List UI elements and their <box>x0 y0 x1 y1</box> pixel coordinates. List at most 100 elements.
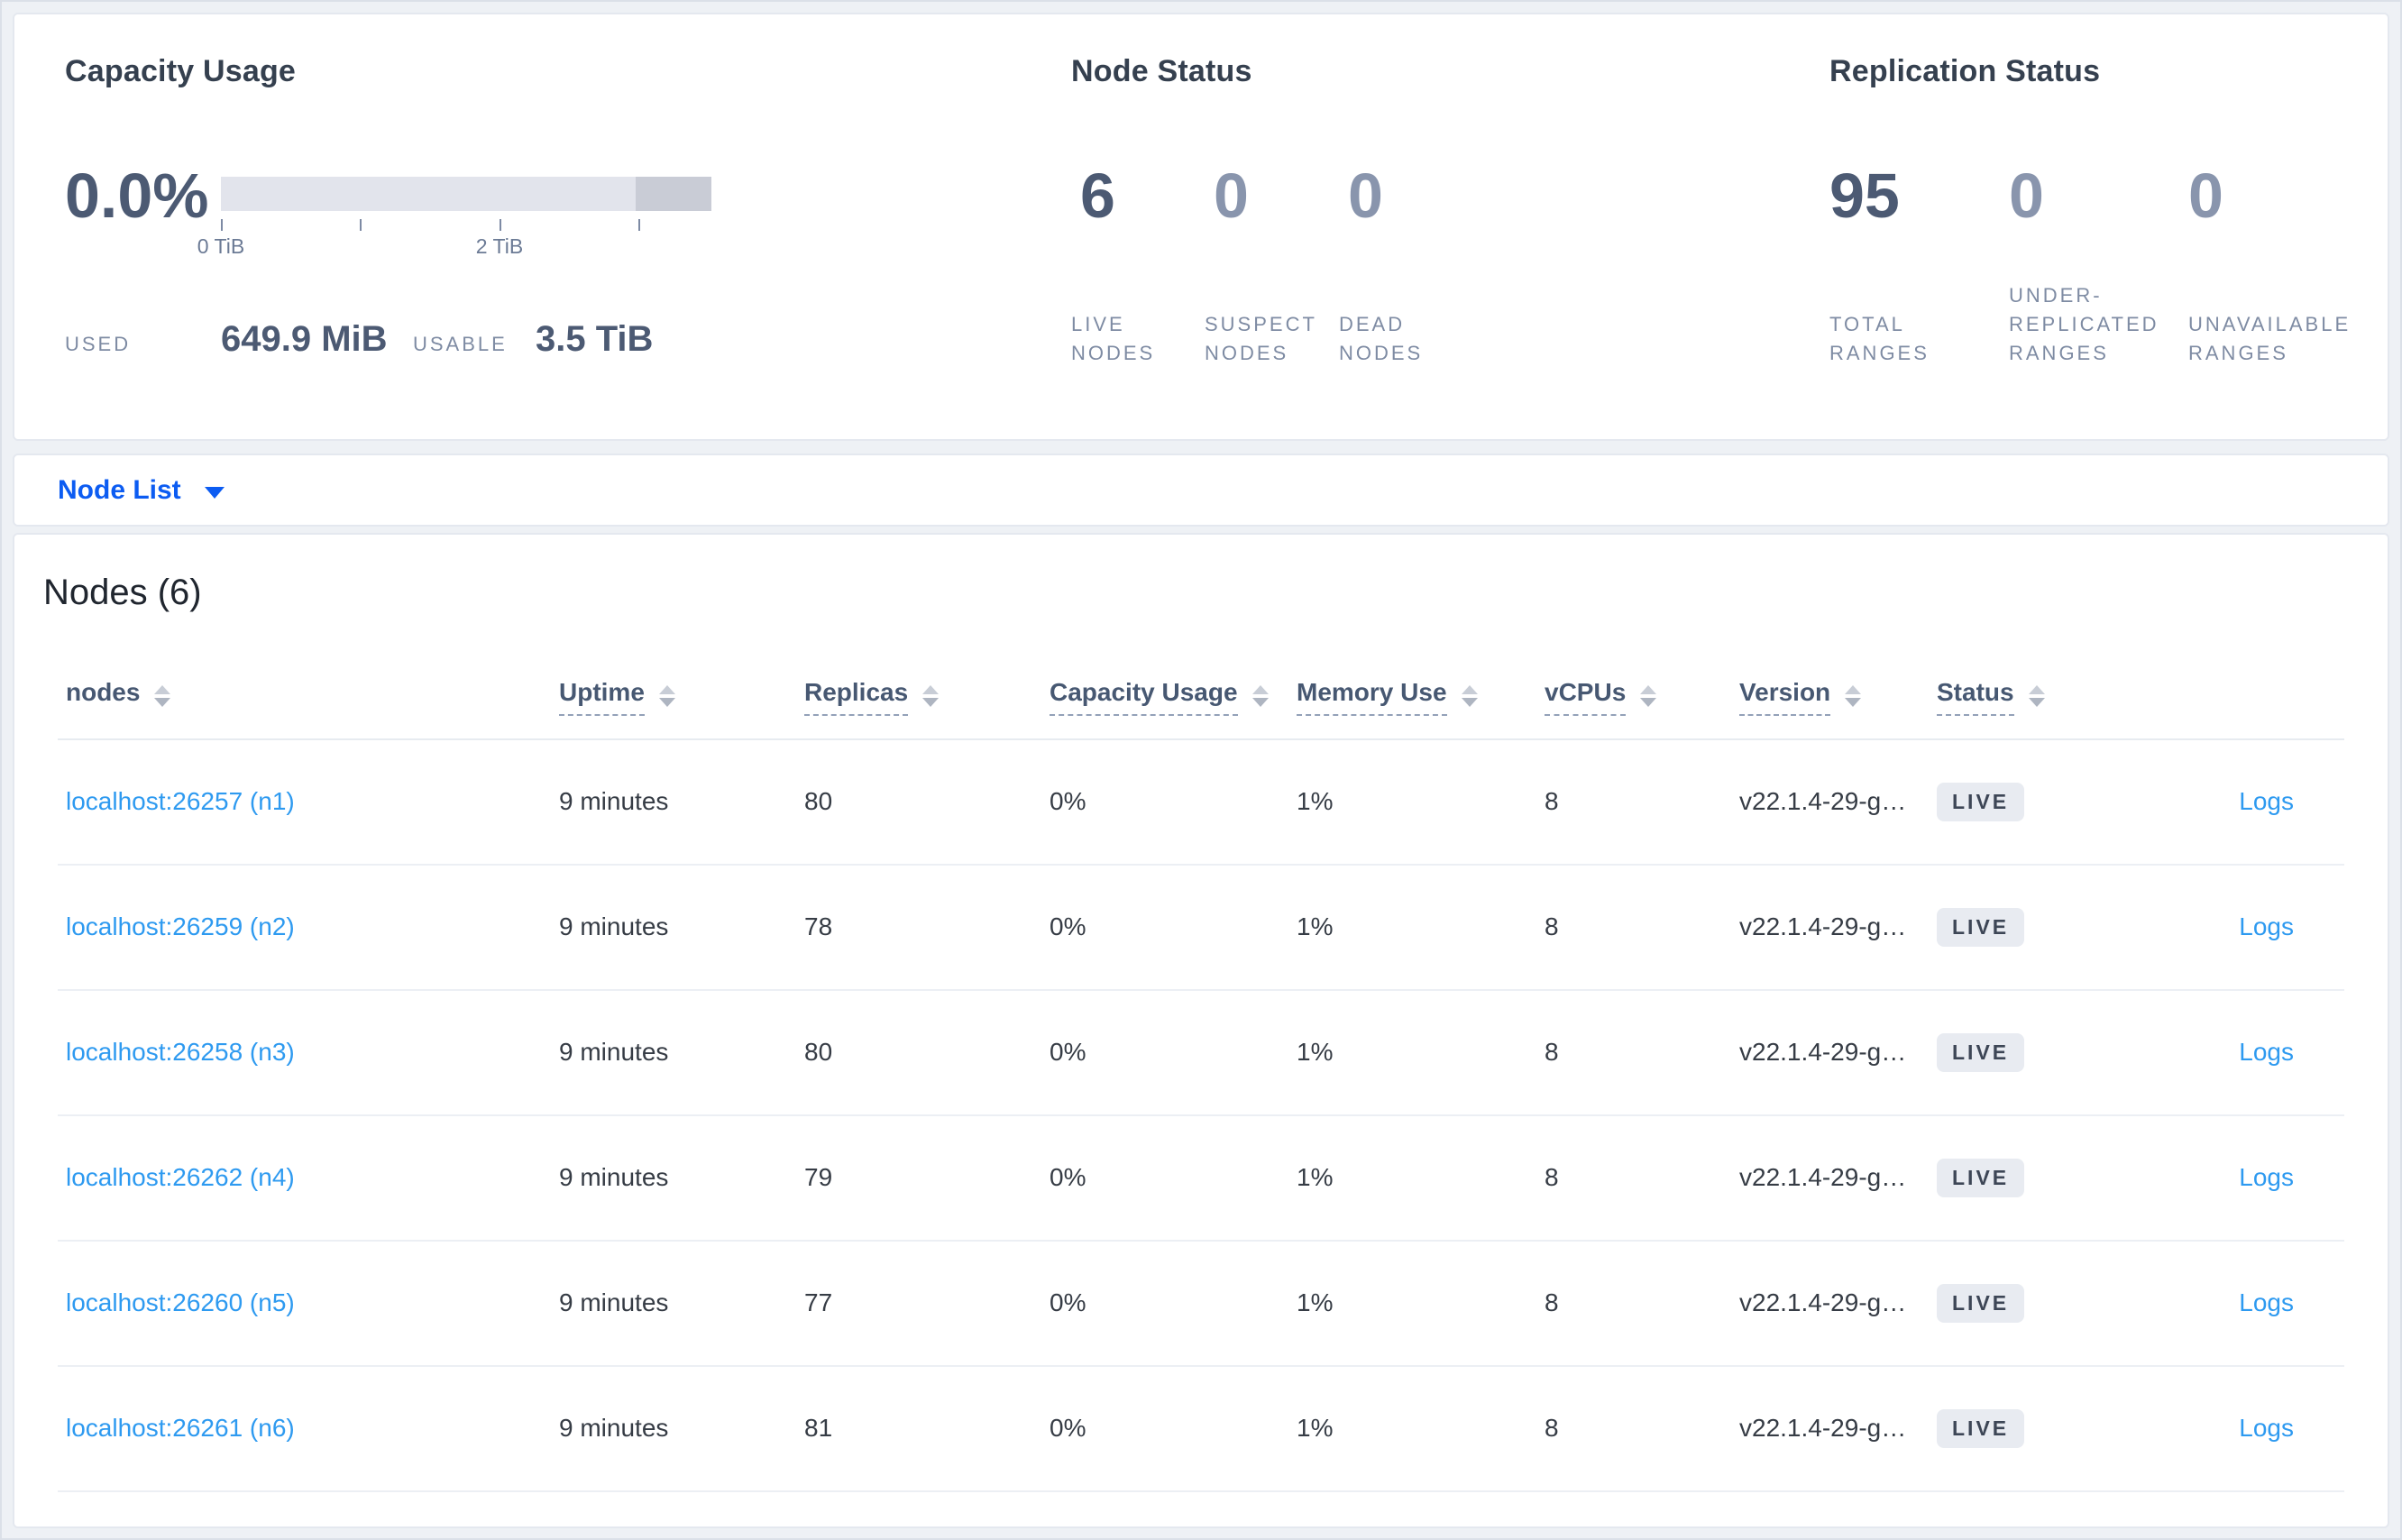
column-header-status[interactable]: Status <box>1937 677 2162 716</box>
capacity-used-usable-row: USED 649.9 MiB USABLE 3.5 TiB <box>65 319 653 360</box>
column-header-replicas[interactable]: Replicas <box>804 677 1050 716</box>
node-status-panel: Node Status 6 LIVE NODES 0 SUSPECT NODES… <box>1071 14 1756 439</box>
under-replicated-ranges-stat: 0 UNDER-REPLICATED RANGES <box>2009 164 2188 368</box>
capacity-bar-track <box>221 177 711 211</box>
live-nodes-label: LIVE NODES <box>1071 313 1156 365</box>
node-list-dropdown[interactable]: Node List <box>58 475 225 506</box>
status-badge: LIVE <box>1937 1158 2025 1197</box>
node-link[interactable]: localhost:26261 (n6) <box>66 1414 295 1442</box>
column-header-memory-use[interactable]: Memory Use <box>1297 677 1545 716</box>
memory-cell: 1% <box>1297 787 1334 816</box>
status-badge: LIVE <box>1937 907 2025 947</box>
dead-nodes-stat: 0 DEAD NODES <box>1339 164 1492 368</box>
unavailable-ranges-stat: 0 UNAVAILABLE RANGES <box>2188 164 2378 368</box>
capacity-cell: 0% <box>1050 787 1086 816</box>
node-link[interactable]: localhost:26257 (n1) <box>66 787 295 815</box>
column-header-version[interactable]: Version <box>1739 677 1937 716</box>
node-link[interactable]: localhost:26262 (n4) <box>66 1163 295 1191</box>
column-header-vcpus[interactable]: vCPUs <box>1545 677 1739 716</box>
used-label: USED <box>65 333 132 355</box>
nodes-table: nodes Uptime Replicas Capacity Usage Mem… <box>58 655 2344 1492</box>
table-row-n4: localhost:26262 (n4) 9 minutes 79 0% 1% … <box>58 1116 2344 1242</box>
unavailable-ranges-value: 0 <box>2188 160 2223 231</box>
logs-link[interactable]: Logs <box>2239 1288 2294 1316</box>
suspect-nodes-value: 0 <box>1214 160 1249 231</box>
capacity-cell: 0% <box>1050 1414 1086 1443</box>
vcpus-cell: 8 <box>1545 1414 1559 1443</box>
dead-nodes-label: DEAD NODES <box>1339 313 1424 365</box>
suspect-nodes-stat: 0 SUSPECT NODES <box>1205 164 1339 368</box>
node-link[interactable]: localhost:26259 (n2) <box>66 912 295 940</box>
unavailable-ranges-label: UNAVAILABLE RANGES <box>2188 313 2352 365</box>
capacity-cell: 0% <box>1050 1038 1086 1067</box>
capacity-usage-title: Capacity Usage <box>65 54 297 88</box>
dead-nodes-value: 0 <box>1348 160 1383 231</box>
capacity-bar-ticks <box>221 219 711 231</box>
under-replicated-ranges-value: 0 <box>2009 160 2044 231</box>
nodes-table-card: Nodes (6) nodes Uptime Replicas Capacity… <box>13 533 2389 1528</box>
total-ranges-value: 95 <box>1829 160 1900 231</box>
capacity-cell: 0% <box>1050 1163 1086 1192</box>
replicas-cell: 80 <box>804 787 833 816</box>
vcpus-cell: 8 <box>1545 1038 1559 1067</box>
sort-icon <box>1251 685 1269 708</box>
uptime-cell: 9 minutes <box>559 912 669 941</box>
node-link[interactable]: localhost:26260 (n5) <box>66 1288 295 1316</box>
version-cell: v22.1.4-29-g… <box>1739 1288 1907 1317</box>
sort-icon <box>922 685 940 708</box>
capacity-bar-reserved-segment <box>636 177 711 211</box>
under-replicated-ranges-label: UNDER-REPLICATED RANGES <box>2009 284 2159 365</box>
sort-icon <box>154 685 171 708</box>
version-cell: v22.1.4-29-g… <box>1739 1163 1907 1192</box>
replication-status-title: Replication Status <box>1829 54 2101 88</box>
sort-icon <box>1461 685 1478 708</box>
memory-cell: 1% <box>1297 912 1334 941</box>
replicas-cell: 77 <box>804 1288 833 1317</box>
logs-link[interactable]: Logs <box>2239 787 2294 815</box>
used-value: 649.9 MiB <box>221 319 388 359</box>
node-link[interactable]: localhost:26258 (n3) <box>66 1038 295 1066</box>
nodes-table-title: Nodes (6) <box>43 573 202 612</box>
version-cell: v22.1.4-29-g… <box>1739 1414 1907 1443</box>
vcpus-cell: 8 <box>1545 787 1559 816</box>
logs-link[interactable]: Logs <box>2239 1038 2294 1066</box>
total-ranges-label: TOTAL RANGES <box>1829 313 1930 365</box>
replicas-cell: 80 <box>804 1038 833 1067</box>
node-status-title: Node Status <box>1071 54 1252 88</box>
uptime-cell: 9 minutes <box>559 1038 669 1067</box>
version-cell: v22.1.4-29-g… <box>1739 787 1907 816</box>
live-nodes-stat: 6 LIVE NODES <box>1071 164 1205 368</box>
uptime-cell: 9 minutes <box>559 787 669 816</box>
capacity-cell: 0% <box>1050 912 1086 941</box>
replication-status-panel: Replication Status 95 TOTAL RANGES 0 UND… <box>1829 14 2388 439</box>
table-row-n5: localhost:26260 (n5) 9 minutes 77 0% 1% … <box>58 1242 2344 1367</box>
caret-down-icon <box>204 487 225 499</box>
version-cell: v22.1.4-29-g… <box>1739 912 1907 941</box>
memory-cell: 1% <box>1297 1414 1334 1443</box>
capacity-cell: 0% <box>1050 1288 1086 1317</box>
sort-icon <box>2028 685 2045 708</box>
tick-label-2tib: 2 TiB <box>475 234 524 258</box>
tick-label-0tib: 0 TiB <box>197 234 245 258</box>
sort-icon <box>658 685 675 708</box>
column-header-nodes[interactable]: nodes <box>58 677 559 716</box>
capacity-used-percent: 0.0% <box>65 160 209 231</box>
usable-label: USABLE <box>413 333 508 355</box>
memory-cell: 1% <box>1297 1163 1334 1192</box>
replicas-cell: 81 <box>804 1414 833 1443</box>
cluster-summary-card: Capacity Usage 0.0% 0 TiB 2 TiB USED 649… <box>13 13 2389 441</box>
column-header-uptime[interactable]: Uptime <box>559 677 804 716</box>
status-badge: LIVE <box>1937 1408 2025 1448</box>
uptime-cell: 9 minutes <box>559 1163 669 1192</box>
logs-link[interactable]: Logs <box>2239 1163 2294 1191</box>
logs-link[interactable]: Logs <box>2239 912 2294 940</box>
vcpus-cell: 8 <box>1545 912 1559 941</box>
vcpus-cell: 8 <box>1545 1288 1559 1317</box>
table-row-n3: localhost:26258 (n3) 9 minutes 80 0% 1% … <box>58 991 2344 1116</box>
column-header-capacity-usage[interactable]: Capacity Usage <box>1050 677 1297 716</box>
view-selector-bar: Node List <box>13 454 2389 527</box>
capacity-usage-panel: Capacity Usage 0.0% 0 TiB 2 TiB USED 649… <box>65 14 1039 439</box>
table-row-n6: localhost:26261 (n6) 9 minutes 81 0% 1% … <box>58 1367 2344 1492</box>
memory-cell: 1% <box>1297 1288 1334 1317</box>
logs-link[interactable]: Logs <box>2239 1414 2294 1442</box>
